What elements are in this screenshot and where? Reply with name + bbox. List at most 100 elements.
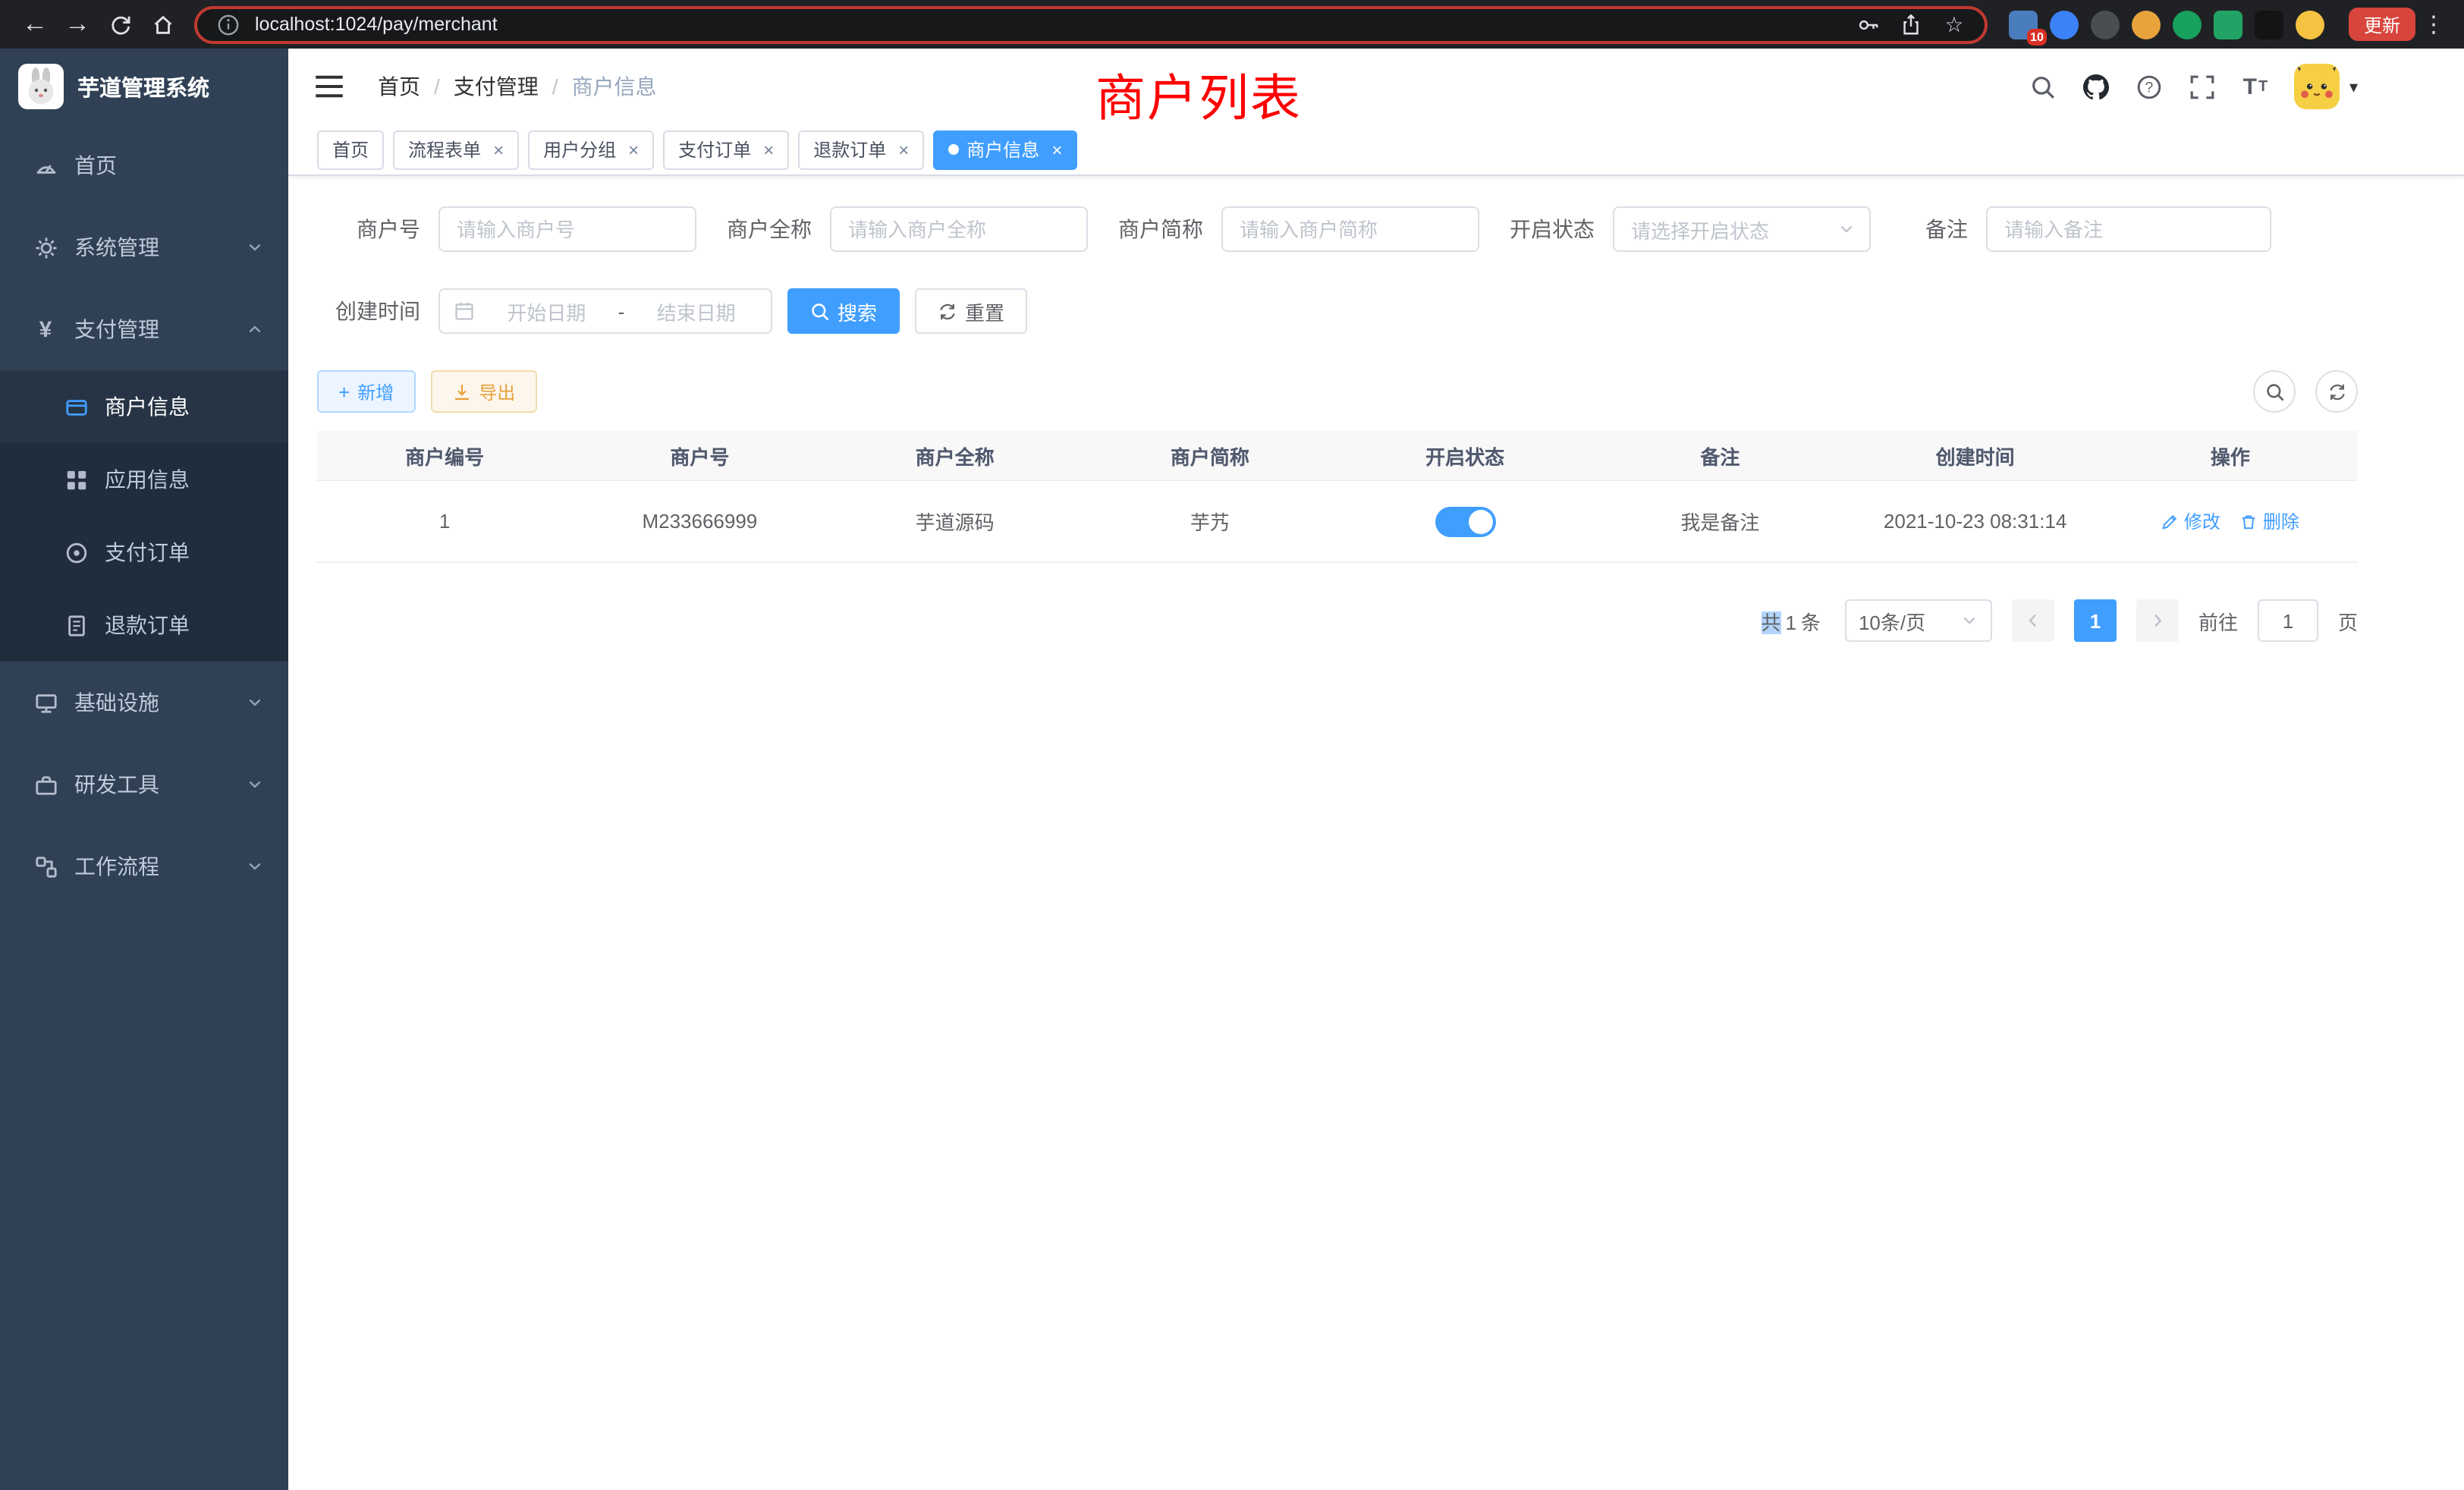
add-button[interactable]: + 新增 [317, 370, 415, 413]
extension-icon[interactable] [2132, 10, 2161, 39]
chevron-down-icon [246, 238, 264, 256]
delete-link[interactable]: 删除 [2240, 508, 2299, 534]
tab-process-form[interactable]: 流程表单 × [393, 130, 519, 169]
extension-icon[interactable] [2214, 10, 2242, 39]
breadcrumb-payment[interactable]: 支付管理 [454, 71, 539, 102]
add-button-label: 新增 [357, 379, 394, 404]
search-icon[interactable] [2029, 73, 2057, 100]
column-header: 备注 [1592, 441, 1847, 470]
chevron-down-icon [1960, 611, 1978, 630]
tab-pay-order[interactable]: 支付订单 × [663, 130, 789, 169]
full-name-input[interactable] [830, 206, 1088, 252]
filter-row-2: 创建时间 开始日期 - 结束日期 搜索 重置 [317, 288, 2358, 334]
site-info-icon[interactable] [212, 9, 243, 39]
github-icon[interactable] [2082, 73, 2110, 100]
bookmark-star-icon[interactable]: ☆ [1939, 9, 1969, 39]
filter-label: 开启状态 [1510, 214, 1613, 244]
tab-user-group[interactable]: 用户分组 × [528, 130, 654, 169]
address-bar[interactable]: localhost:1024/pay/merchant ☆ [194, 5, 1988, 43]
sidebar-item-infrastructure[interactable]: 基础设施 [0, 662, 288, 743]
edit-link[interactable]: 修改 [2161, 508, 2220, 534]
tab-label: 流程表单 [408, 137, 481, 162]
tab-label: 首页 [332, 137, 369, 162]
page-annotation: 商户列表 [1095, 58, 1302, 130]
close-icon[interactable]: × [1051, 140, 1062, 159]
browser-forward-icon[interactable]: → [58, 5, 97, 44]
browser-back-icon[interactable]: ← [15, 5, 55, 44]
browser-menu-icon[interactable]: ⋮ [2418, 11, 2449, 38]
extension-icon[interactable] [2091, 10, 2120, 39]
close-icon[interactable]: × [628, 140, 639, 159]
share-icon[interactable] [1897, 9, 1927, 39]
prev-page-button[interactable] [2012, 599, 2054, 642]
sidebar-item-merchant-info[interactable]: 商户信息 [0, 370, 288, 443]
breadcrumb-home[interactable]: 首页 [378, 71, 420, 102]
export-button[interactable]: 导出 [430, 370, 536, 413]
cell-actions: 修改 删除 [2103, 508, 2358, 534]
end-date-placeholder[interactable]: 结束日期 [635, 297, 757, 325]
filter-label: 商户简称 [1118, 214, 1221, 244]
delete-link-label: 删除 [2263, 508, 2299, 534]
sidebar-item-dev-tools[interactable]: 研发工具 [0, 743, 288, 825]
help-icon[interactable]: ? [2136, 73, 2163, 100]
cell-remark: 我是备注 [1592, 507, 1847, 536]
filter-short-name: 商户简称 [1118, 206, 1479, 252]
extension-icon[interactable]: 10 [2009, 10, 2038, 39]
reset-button[interactable]: 重置 [915, 288, 1027, 334]
date-range-picker[interactable]: 开始日期 - 结束日期 [438, 288, 772, 334]
url-text[interactable]: localhost:1024/pay/merchant [255, 14, 498, 35]
start-date-placeholder[interactable]: 开始日期 [486, 297, 608, 325]
sidebar-item-label: 基础设施 [74, 687, 246, 718]
sidebar-item-label: 应用信息 [105, 464, 190, 495]
close-icon[interactable]: × [493, 140, 504, 159]
chrome-update-button[interactable]: 更新 [2349, 8, 2415, 41]
chevron-down-icon [246, 693, 264, 712]
page-number-button[interactable]: 1 [2074, 599, 2117, 642]
refresh-table-button[interactable] [2315, 370, 2358, 413]
toggle-search-button[interactable] [2253, 370, 2296, 413]
extension-icon[interactable] [2050, 10, 2079, 39]
sidebar-item-app-info[interactable]: 应用信息 [0, 443, 288, 516]
filter-status: 开启状态 请选择开启状态 [1510, 206, 1871, 252]
sidebar-item-label: 支付管理 [74, 314, 246, 344]
table-settings [2253, 370, 2358, 413]
fullscreen-icon[interactable] [2189, 73, 2216, 100]
browser-reload-icon[interactable] [100, 5, 140, 44]
tab-merchant-info[interactable]: 商户信息 × [933, 130, 1077, 169]
screen: ← → localhost:1024/pay/merchant ☆ 10 [0, 0, 2464, 1490]
status-toggle[interactable] [1435, 506, 1495, 536]
export-button-label: 导出 [479, 379, 515, 404]
close-icon[interactable]: × [763, 140, 774, 159]
tab-home[interactable]: 首页 [317, 130, 384, 169]
password-key-icon[interactable] [1854, 9, 1884, 39]
next-page-button[interactable] [2136, 599, 2179, 642]
column-header: 商户简称 [1083, 441, 1337, 470]
browser-home-icon[interactable] [143, 5, 182, 44]
remark-input[interactable] [1986, 206, 2271, 252]
sidebar-item-pay-order[interactable]: 支付订单 [0, 516, 288, 589]
close-icon[interactable]: × [898, 140, 909, 159]
hamburger-icon[interactable] [314, 73, 344, 100]
font-size-icon[interactable]: TT [2242, 73, 2269, 100]
merchant-no-input[interactable] [438, 206, 696, 252]
extension-icon[interactable] [2173, 10, 2202, 39]
download-icon [451, 382, 471, 401]
pencil-icon [2161, 512, 2180, 530]
search-button[interactable]: 搜索 [787, 288, 900, 334]
status-select[interactable]: 请选择开启状态 [1613, 206, 1871, 252]
sidebar-item-refund-order[interactable]: 退款订单 [0, 589, 288, 662]
sidebar-item-payment[interactable]: ¥ 支付管理 [0, 288, 288, 370]
sidebar-item-workflow[interactable]: 工作流程 [0, 825, 288, 907]
app-logo[interactable]: 芋道管理系统 [0, 49, 288, 124]
sidebar-item-home[interactable]: 首页 [0, 124, 288, 206]
extension-icon[interactable] [2255, 10, 2283, 39]
goto-page-input[interactable] [2258, 599, 2318, 642]
browser-profile-avatar[interactable] [2296, 10, 2324, 39]
sidebar-item-system[interactable]: 系统管理 [0, 206, 288, 288]
tab-refund-order[interactable]: 退款订单 × [798, 130, 924, 169]
avatar[interactable] [2295, 64, 2340, 109]
short-name-input[interactable] [1221, 206, 1479, 252]
plus-icon: + [338, 382, 350, 401]
user-menu[interactable]: ▾ [2295, 64, 2358, 109]
page-size-select[interactable]: 10条/页 [1845, 599, 1992, 642]
